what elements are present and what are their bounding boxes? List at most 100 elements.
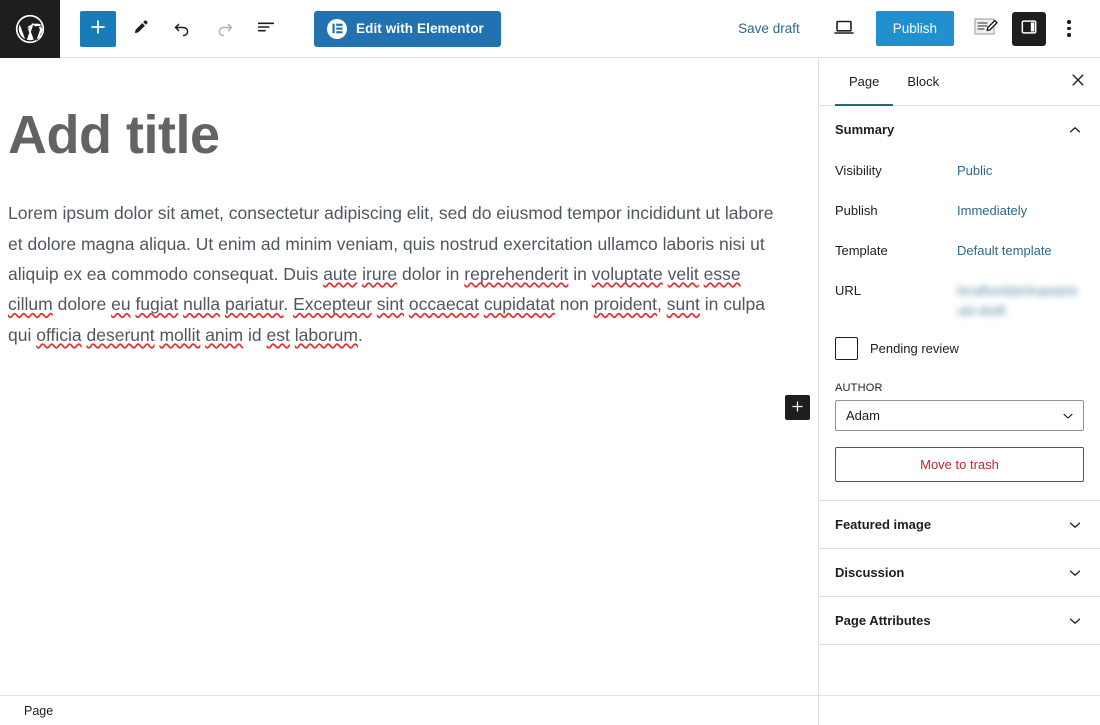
undo-arrow-icon	[172, 17, 193, 41]
panel-page-attributes-header[interactable]: Page Attributes	[819, 597, 1100, 644]
visibility-label: Visibility	[835, 163, 882, 178]
paragraph-block[interactable]: Lorem ipsum dolor sit amet, consectetur …	[0, 166, 800, 350]
block-appender-button[interactable]	[785, 395, 810, 420]
close-x-icon	[1069, 71, 1087, 92]
publish-date-label: Publish	[835, 203, 878, 218]
misspelled-word: proident	[593, 294, 658, 315]
tools-mode-button[interactable]	[122, 11, 158, 47]
panel-summary-label: Summary	[835, 122, 895, 137]
panel-featured-image: Featured image	[819, 501, 1100, 550]
yoast-seo-edit-icon	[973, 16, 999, 41]
redo-arrow-icon	[214, 17, 235, 41]
panel-featured-image-header[interactable]: Featured image	[819, 501, 1100, 548]
document-overview-icon	[255, 16, 277, 41]
misspelled-word: sunt	[666, 294, 700, 315]
misspelled-word: mollit	[159, 324, 201, 345]
template-label: Template	[835, 243, 888, 258]
toolbar-left-group: Edit with Elementor	[60, 10, 501, 47]
editor-status-bar: Page	[0, 695, 818, 725]
tab-page[interactable]: Page	[835, 58, 894, 106]
tab-block[interactable]: Block	[893, 58, 953, 105]
misspelled-word: cillum	[8, 294, 53, 315]
panel-page-attributes-label: Page Attributes	[835, 613, 931, 629]
misspelled-word: aute	[323, 263, 358, 284]
publish-button[interactable]: Publish	[875, 11, 954, 46]
page-title-input[interactable]: Add title	[0, 58, 818, 166]
edit-with-elementor-button[interactable]: Edit with Elementor	[314, 10, 501, 47]
save-draft-button[interactable]: Save draft	[728, 13, 810, 44]
chevron-down-icon	[1066, 516, 1084, 534]
author-label: AUTHOR	[835, 382, 883, 395]
paragraph-text: ,	[657, 294, 667, 315]
summary-row-template: Template Default template	[835, 237, 1084, 277]
add-block-button[interactable]	[80, 10, 116, 47]
misspelled-word: reprehenderit	[464, 263, 569, 284]
toolbar-right-group: Save draft Publish	[728, 11, 1100, 47]
author-select[interactable]: Adam	[835, 400, 1084, 432]
template-value-button[interactable]: Default template	[957, 241, 1052, 261]
chevron-down-icon	[1066, 564, 1084, 582]
elementor-logo-icon	[327, 18, 347, 39]
sidebar-panel-icon	[1019, 17, 1039, 40]
seo-plugin-button[interactable]	[968, 12, 1004, 46]
pending-review-row: Pending review	[835, 325, 1084, 366]
paragraph-text: .	[357, 324, 363, 345]
misspelled-word: anim	[205, 324, 244, 345]
author-select-wrapper: Adam	[835, 400, 1084, 432]
paragraph-text: non	[554, 294, 594, 315]
panel-summary: Summary Visibility Public Publish Immedi…	[819, 106, 1100, 502]
misspelled-word: eu	[111, 294, 131, 315]
misspelled-word: deserunt	[86, 324, 155, 345]
visibility-value-button[interactable]: Public	[957, 161, 992, 181]
panel-page-attributes: Page Attributes	[819, 597, 1100, 646]
misspelled-word: sint	[376, 294, 405, 315]
misspelled-word: voluptate	[591, 263, 663, 284]
editor-canvas: Add title Lorem ipsum dolor sit amet, co…	[0, 58, 818, 695]
pencil-icon	[130, 17, 151, 41]
panel-summary-header[interactable]: Summary	[819, 106, 1100, 153]
wordpress-logo-button[interactable]	[0, 0, 60, 58]
summary-row-url: URL localhost/pickupwp/auto-draft	[835, 277, 1084, 325]
panel-discussion: Discussion	[819, 549, 1100, 598]
close-sidebar-button[interactable]	[1056, 58, 1100, 105]
status-bar-block-type: Page	[24, 703, 54, 718]
document-overview-button[interactable]	[248, 11, 284, 47]
panel-featured-image-label: Featured image	[835, 517, 932, 533]
panel-discussion-label: Discussion	[835, 565, 905, 581]
paragraph-text: id	[243, 324, 267, 345]
paragraph-text: dolore	[52, 294, 112, 315]
chevron-up-icon	[1066, 121, 1084, 139]
misspelled-word: fugiat	[135, 294, 179, 315]
sidebar-footer-filler	[818, 695, 1100, 725]
pending-review-label[interactable]: Pending review	[870, 341, 959, 356]
settings-sidebar-toggle-button[interactable]	[1012, 11, 1046, 46]
url-value-button[interactable]: localhost/pickupwp/auto-draft	[957, 281, 1082, 321]
pending-review-checkbox[interactable]	[835, 337, 858, 361]
misspelled-word: esse	[703, 263, 741, 284]
misspelled-word: cupidatat	[483, 294, 555, 315]
paragraph-text: .	[283, 294, 294, 315]
misspelled-word: officia	[36, 324, 82, 345]
misspelled-word: irure	[362, 263, 398, 284]
plus-icon	[88, 17, 108, 40]
paragraph-text: in	[568, 263, 592, 284]
preview-button[interactable]	[824, 11, 864, 47]
misspelled-word: Excepteur	[293, 294, 372, 315]
chevron-down-icon	[1066, 612, 1084, 630]
redo-button[interactable]	[206, 11, 242, 47]
move-to-trash-button[interactable]: Move to trash	[835, 447, 1084, 483]
panel-discussion-header[interactable]: Discussion	[819, 549, 1100, 596]
misspelled-word: velit	[667, 263, 699, 284]
misspelled-word: nulla	[183, 294, 221, 315]
more-options-button[interactable]	[1052, 12, 1086, 46]
url-label: URL	[835, 283, 862, 298]
panel-summary-body: Visibility Public Publish Immediately Te…	[819, 153, 1100, 500]
misspelled-word: laborum	[294, 324, 358, 345]
paragraph-text: dolor in	[397, 263, 465, 284]
settings-sidebar: Page Block Summary Visibility Public Pub…	[818, 58, 1100, 695]
three-dots-vertical-icon	[1067, 18, 1071, 38]
editor-top-toolbar: Edit with Elementor Save draft Publish	[0, 0, 1100, 58]
publish-date-value-button[interactable]: Immediately	[957, 201, 1027, 221]
undo-button[interactable]	[164, 11, 200, 47]
edit-with-elementor-label: Edit with Elementor	[356, 21, 484, 36]
